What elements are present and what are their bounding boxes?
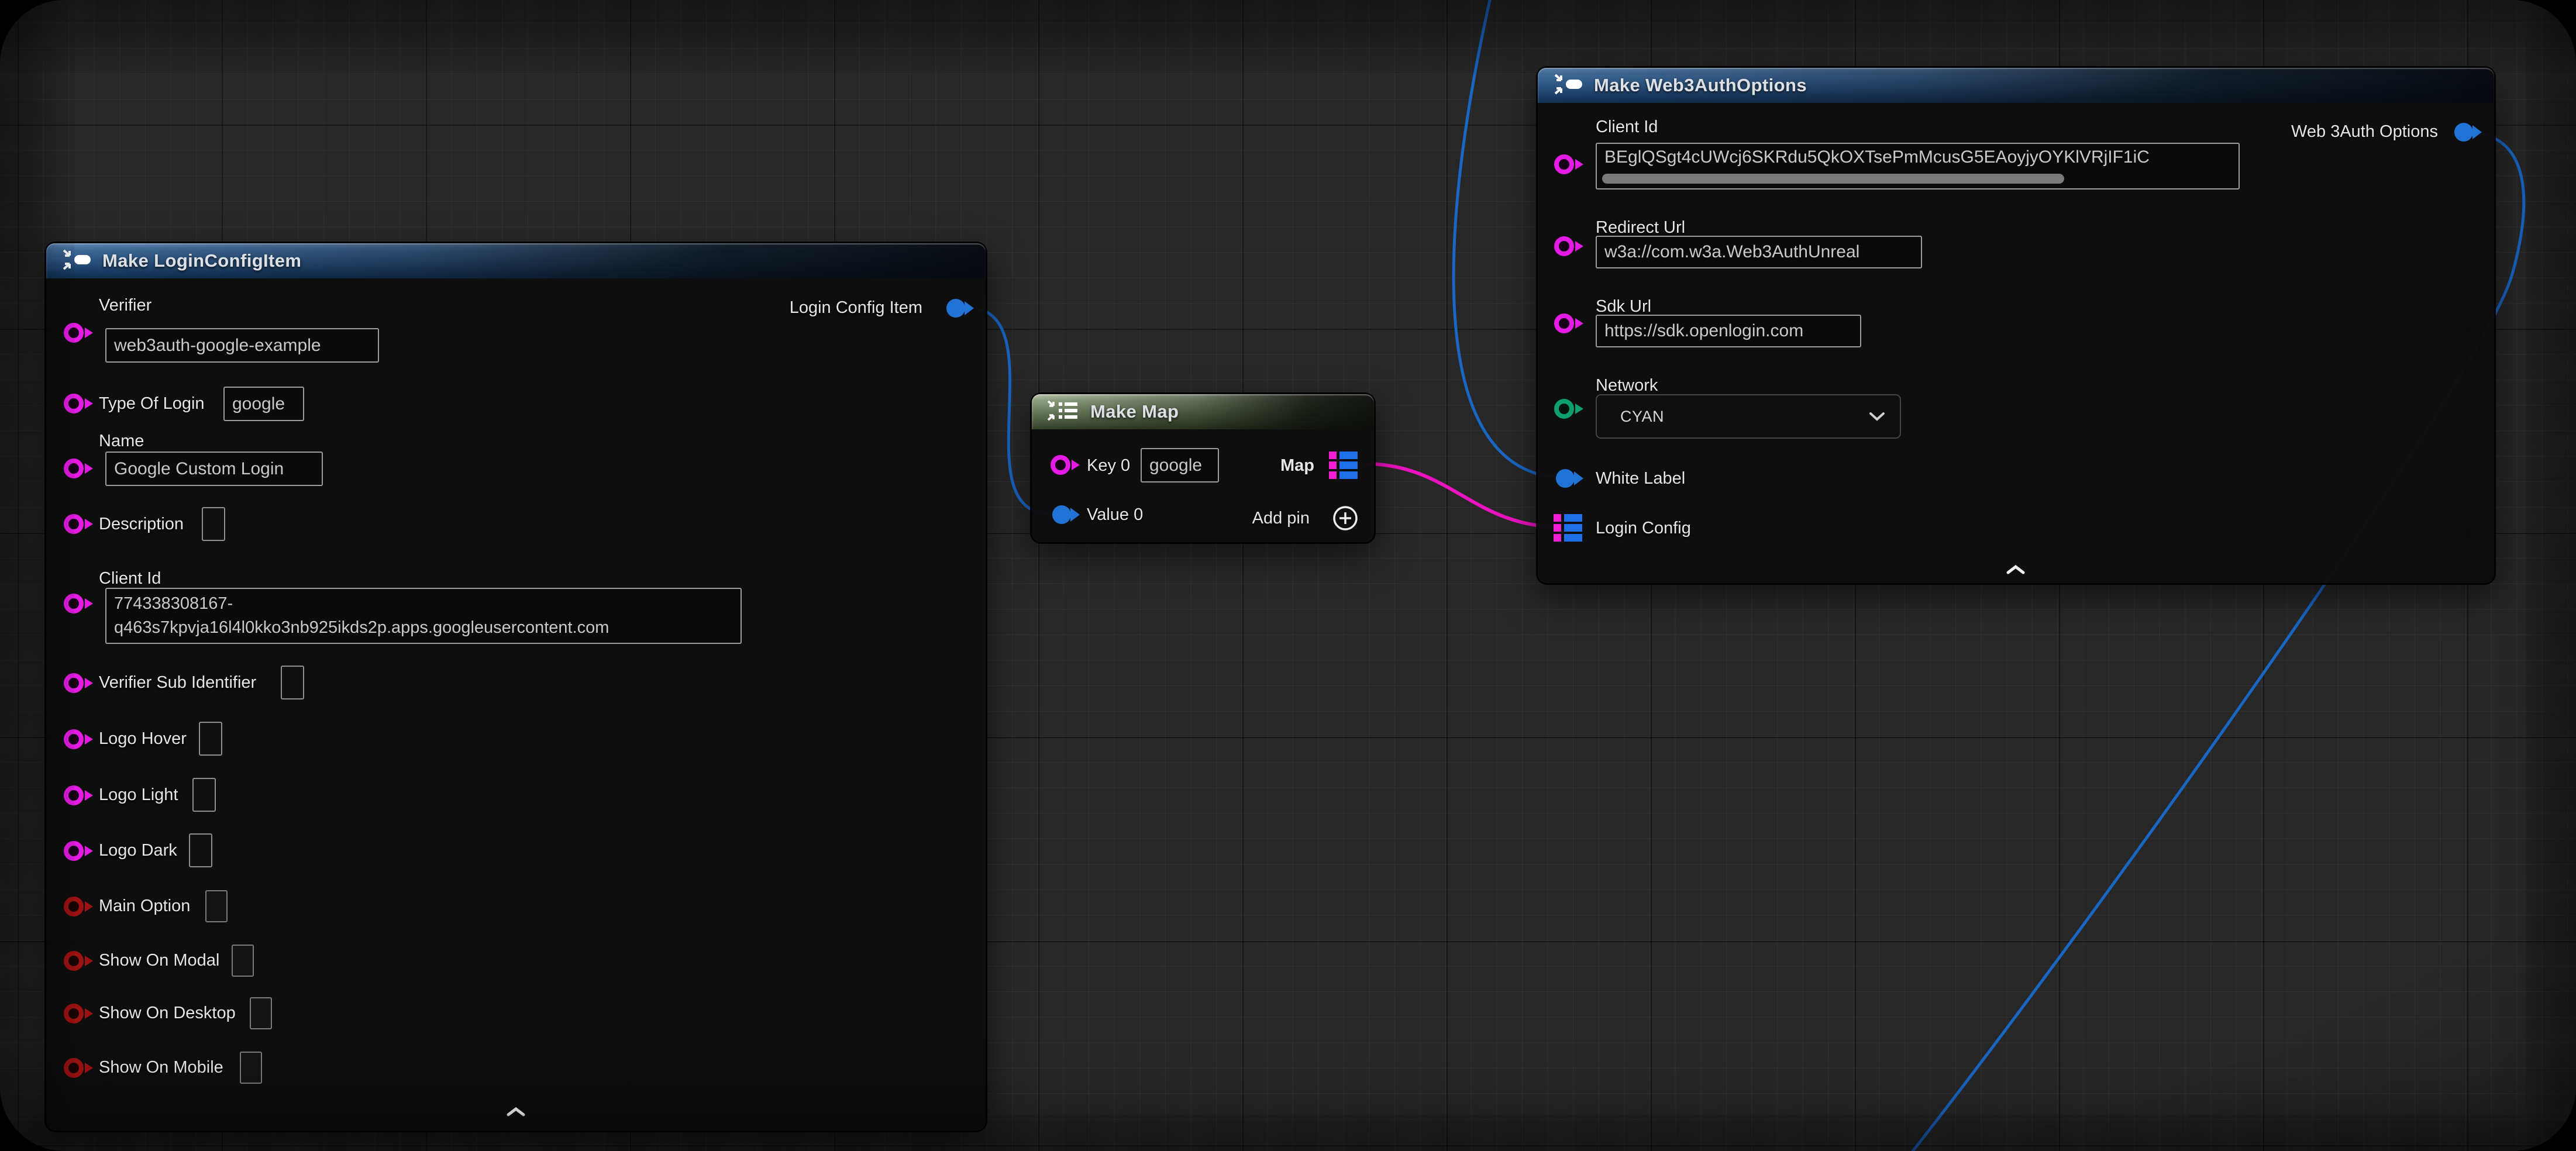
chevron-up-icon[interactable] [504,1105,528,1118]
verifier-sub-identifier-input[interactable] [281,666,304,699]
pin-show-on-modal[interactable] [63,949,95,973]
pin-sdk-url[interactable] [1553,311,1586,336]
pin-verifier[interactable] [63,321,95,345]
pin-login-config-item-output[interactable] [943,295,977,321]
pin-main-option[interactable] [63,894,95,919]
show-on-desktop-checkbox[interactable] [250,997,272,1029]
output-pin-label-map: Map [1280,456,1314,475]
pin-key-0[interactable] [1049,453,1082,477]
output-pin-label: Login Config Item [790,298,922,318]
pin-show-on-desktop[interactable] [63,1001,95,1026]
pin-label-value-0: Value 0 [1087,505,1143,525]
node-title: Make LoginConfigItem [102,250,301,271]
node-header[interactable]: Make Web3AuthOptions [1538,68,2494,103]
pin-login-config[interactable] [1554,514,1583,543]
pin-white-label[interactable] [1553,466,1587,491]
pin-label-network: Network [1596,376,1658,395]
horizontal-scrollbar[interactable] [1602,174,2064,184]
pin-client-id[interactable] [63,591,95,616]
verifier-input[interactable]: web3auth-google-example [105,328,379,363]
pin-logo-hover[interactable] [63,727,95,752]
logo-light-input[interactable] [192,778,216,812]
pin-network[interactable] [1553,397,1586,421]
node-header[interactable]: Make LoginConfigItem [46,243,986,278]
client-id-text: BEglQSgt4cUWcj6SKRdu5QkOXTsePmMcusG5EAoy… [1604,147,2150,167]
network-dropdown[interactable]: CYAN [1596,394,1901,439]
wire-map-to-loginconfig[interactable] [1365,464,1561,527]
pin-verifier-sub-identifier[interactable] [63,671,95,695]
pin-label-client-id: Client Id [99,569,161,588]
make-map-icon [1046,399,1081,425]
pin-client-id[interactable] [1553,152,1586,177]
client-id-input[interactable]: BEglQSgt4cUWcj6SKRdu5QkOXTsePmMcusG5EAoy… [1596,143,2240,189]
pin-value-0[interactable] [1049,502,1083,528]
pin-logo-dark[interactable] [63,839,95,863]
pin-label-show-on-mobile: Show On Mobile [99,1058,223,1077]
pin-show-on-mobile[interactable] [63,1056,95,1080]
plus-circle-icon[interactable] [1331,504,1359,532]
pin-label-show-on-desktop: Show On Desktop [99,1004,236,1023]
pin-label-key-0: Key 0 [1087,456,1130,475]
pin-label-logo-dark: Logo Dark [99,841,177,860]
key-0-input[interactable]: google [1141,448,1219,483]
client-id-line1: 774338308167- [114,592,733,616]
pin-label-login-config: Login Config [1596,519,1691,538]
pin-description[interactable] [63,512,95,536]
logo-dark-input[interactable] [189,833,212,867]
node-title: Make Map [1090,401,1179,422]
type-of-login-input[interactable]: google [223,387,304,421]
node-header[interactable]: Make Map [1032,394,1374,429]
pin-label-sdk-url: Sdk Url [1596,297,1651,316]
pin-redirect-url[interactable] [1553,234,1586,259]
chevron-down-icon [1867,411,1887,422]
pin-web3auth-options-output[interactable] [2451,119,2485,145]
pin-label-description: Description [99,515,184,534]
pin-label-name: Name [99,432,144,451]
client-id-input[interactable]: 774338308167- q463s7kpvja16l4l0kko3nb925… [105,588,742,644]
pin-logo-light[interactable] [63,783,95,808]
description-input[interactable] [202,507,225,541]
name-input[interactable]: Google Custom Login [105,452,323,486]
make-struct-icon [60,248,93,274]
pin-label-show-on-modal: Show On Modal [99,951,219,970]
pin-label-client-id: Client Id [1596,118,1658,137]
pin-label-logo-hover: Logo Hover [99,729,187,749]
pin-label-verifier-sub-identifier: Verifier Sub Identifier [99,673,256,692]
network-selected-value: CYAN [1620,408,1664,426]
output-pin-label: Web 3Auth Options [2291,122,2438,142]
show-on-modal-checkbox[interactable] [232,945,254,977]
pin-label-logo-light: Logo Light [99,785,178,805]
chevron-up-icon[interactable] [2004,563,2027,576]
pin-label-redirect-url: Redirect Url [1596,218,1685,237]
pin-label-white-label: White Label [1596,469,1685,488]
sdk-url-input[interactable]: https://sdk.openlogin.com [1596,315,1861,347]
client-id-line2: q463s7kpvja16l4l0kko3nb925ikds2p.apps.go… [114,616,733,640]
main-option-checkbox[interactable] [205,890,228,922]
pin-label-type-of-login: Type Of Login [99,394,205,413]
logo-hover-input[interactable] [199,722,222,756]
make-struct-icon [1552,73,1585,99]
blueprint-graph-canvas[interactable]: Make LoginConfigItem Login Config Item V… [0,0,2576,1151]
node-make-map[interactable]: Make Map Key 0 google Map Value 0 Add pi… [1032,394,1374,542]
node-title: Make Web3AuthOptions [1594,75,1807,96]
node-make-loginconfigitem[interactable]: Make LoginConfigItem Login Config Item V… [46,243,986,1131]
pin-label-verifier: Verifier [99,296,151,315]
redirect-url-input[interactable]: w3a://com.w3a.Web3AuthUnreal [1596,236,1922,268]
node-make-web3authoptions[interactable]: Make Web3AuthOptions Web 3Auth Options C… [1538,68,2494,583]
show-on-mobile-checkbox[interactable] [240,1052,262,1084]
pin-label-main-option: Main Option [99,897,190,916]
add-pin-label: Add pin [1252,509,1310,528]
pin-name[interactable] [63,456,95,481]
pin-map-output[interactable] [1329,451,1358,480]
pin-type-of-login[interactable] [63,391,95,416]
